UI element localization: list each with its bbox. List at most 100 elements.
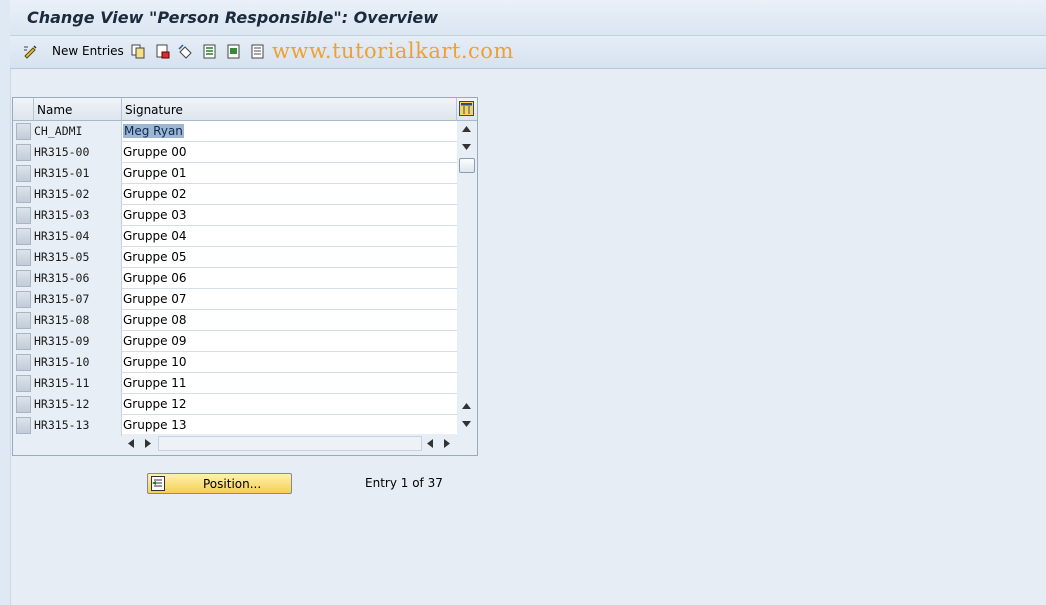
name-cell: HR315-02 (34, 187, 90, 201)
signature-field[interactable]: Gruppe 13 (121, 415, 457, 436)
row-selector[interactable] (16, 144, 31, 161)
table-row[interactable]: HR315-04 Gruppe 04 (13, 226, 457, 247)
row-selector[interactable] (16, 123, 31, 140)
scroll-left-icon[interactable] (128, 439, 134, 448)
signature-field[interactable]: Gruppe 12 (121, 394, 457, 415)
table-row[interactable]: HR315-06 Gruppe 06 (13, 268, 457, 289)
row-selector[interactable] (16, 375, 31, 392)
scroll-right-icon[interactable] (145, 439, 151, 448)
scroll-thumb[interactable] (459, 158, 475, 173)
name-cell: CH_ADMI (34, 124, 83, 138)
name-cell: HR315-06 (34, 271, 90, 285)
signature-field[interactable]: Gruppe 03 (121, 205, 457, 226)
horizontal-scroll-track[interactable] (158, 436, 422, 451)
deselect-all-icon[interactable] (250, 44, 265, 59)
entry-counter: Entry 1 of 37 (365, 476, 443, 490)
row-selector[interactable] (16, 228, 31, 245)
table-row[interactable]: HR315-10 Gruppe 10 (13, 352, 457, 373)
signature-text: Gruppe 12 (123, 397, 187, 411)
column-header-name[interactable]: Name (34, 98, 122, 121)
row-selector[interactable] (16, 186, 31, 203)
copy-icon[interactable] (131, 44, 146, 59)
application-toolbar: New Entries www.tutorialkart.com (10, 36, 1046, 69)
table-row[interactable]: HR315-07 Gruppe 07 (13, 289, 457, 310)
signature-field[interactable]: Meg Ryan (121, 121, 457, 142)
horizontal-scrollbar[interactable] (122, 434, 456, 452)
signature-field[interactable]: Gruppe 08 (121, 310, 457, 331)
signature-field[interactable]: Gruppe 09 (121, 331, 457, 352)
signature-field[interactable]: Gruppe 00 (121, 142, 457, 163)
table-row[interactable]: HR315-12 Gruppe 12 (13, 394, 457, 415)
table-settings-icon (459, 101, 474, 116)
scroll-page-down-icon[interactable] (462, 421, 471, 427)
name-cell: HR315-03 (34, 208, 90, 222)
row-selector[interactable] (16, 354, 31, 371)
row-selector[interactable] (16, 396, 31, 413)
table-row[interactable]: HR315-01 Gruppe 01 (13, 163, 457, 184)
signature-text: Gruppe 06 (123, 271, 187, 285)
signature-field[interactable]: Gruppe 11 (121, 373, 457, 394)
table-row[interactable]: HR315-02 Gruppe 02 (13, 184, 457, 205)
watermark-text: www.tutorialkart.com (272, 39, 514, 63)
signature-field[interactable]: Gruppe 01 (121, 163, 457, 184)
table-row[interactable]: HR315-09 Gruppe 09 (13, 331, 457, 352)
select-all-icon[interactable] (202, 44, 217, 59)
table-row[interactable]: HR315-00 Gruppe 00 (13, 142, 457, 163)
table-row[interactable]: HR315-03 Gruppe 03 (13, 205, 457, 226)
signature-field[interactable]: Gruppe 02 (121, 184, 457, 205)
title-bar: Change View "Person Responsible": Overvi… (10, 0, 1046, 36)
signature-text: Meg Ryan (123, 124, 184, 138)
signature-field[interactable]: Gruppe 10 (121, 352, 457, 373)
vertical-scrollbar[interactable] (457, 121, 476, 433)
row-selector[interactable] (16, 333, 31, 350)
new-entries-button[interactable]: New Entries (52, 44, 124, 58)
signature-text: Gruppe 00 (123, 145, 187, 159)
name-cell: HR315-09 (34, 334, 90, 348)
scroll-page-up-icon[interactable] (462, 403, 471, 409)
select-all-rows-header[interactable] (13, 98, 34, 121)
table-row[interactable]: CH_ADMI Meg Ryan (13, 121, 457, 142)
row-selector[interactable] (16, 207, 31, 224)
name-cell: HR315-08 (34, 313, 90, 327)
signature-text: Gruppe 04 (123, 229, 187, 243)
table-row[interactable]: HR315-13 Gruppe 13 (13, 415, 457, 436)
display-change-icon[interactable] (23, 44, 38, 59)
position-icon (151, 476, 165, 491)
scroll-end-left-icon[interactable] (427, 439, 433, 448)
name-cell: HR315-01 (34, 166, 90, 180)
row-selector[interactable] (16, 165, 31, 182)
position-button-label: Position... (203, 477, 262, 491)
scroll-up-icon[interactable] (462, 126, 471, 132)
table-settings-button[interactable] (457, 98, 477, 121)
row-selector[interactable] (16, 249, 31, 266)
signature-text: Gruppe 07 (123, 292, 187, 306)
scroll-down-icon[interactable] (462, 144, 471, 150)
row-selector[interactable] (16, 312, 31, 329)
signature-text: Gruppe 05 (123, 250, 187, 264)
undo-icon[interactable] (178, 44, 193, 59)
column-header-signature[interactable]: Signature (122, 98, 457, 121)
name-cell: HR315-00 (34, 145, 90, 159)
name-cell: HR315-07 (34, 292, 90, 306)
select-block-icon[interactable] (226, 44, 241, 59)
row-selector[interactable] (16, 270, 31, 287)
signature-field[interactable]: Gruppe 05 (121, 247, 457, 268)
delete-icon[interactable] (155, 44, 170, 59)
signature-text: Gruppe 03 (123, 208, 187, 222)
signature-text: Gruppe 08 (123, 313, 187, 327)
signature-field[interactable]: Gruppe 07 (121, 289, 457, 310)
name-cell: HR315-04 (34, 229, 90, 243)
signature-text: Gruppe 01 (123, 166, 187, 180)
signature-field[interactable]: Gruppe 06 (121, 268, 457, 289)
row-selector[interactable] (16, 291, 31, 308)
signature-field[interactable]: Gruppe 04 (121, 226, 457, 247)
scroll-end-right-icon[interactable] (444, 439, 450, 448)
name-cell: HR315-05 (34, 250, 90, 264)
position-button[interactable]: Position... (147, 473, 292, 494)
table-row[interactable]: HR315-08 Gruppe 08 (13, 310, 457, 331)
row-selector[interactable] (16, 417, 31, 434)
table-row[interactable]: HR315-05 Gruppe 05 (13, 247, 457, 268)
table-row[interactable]: HR315-11 Gruppe 11 (13, 373, 457, 394)
signature-text: Gruppe 13 (123, 418, 187, 432)
signature-text: Gruppe 09 (123, 334, 187, 348)
